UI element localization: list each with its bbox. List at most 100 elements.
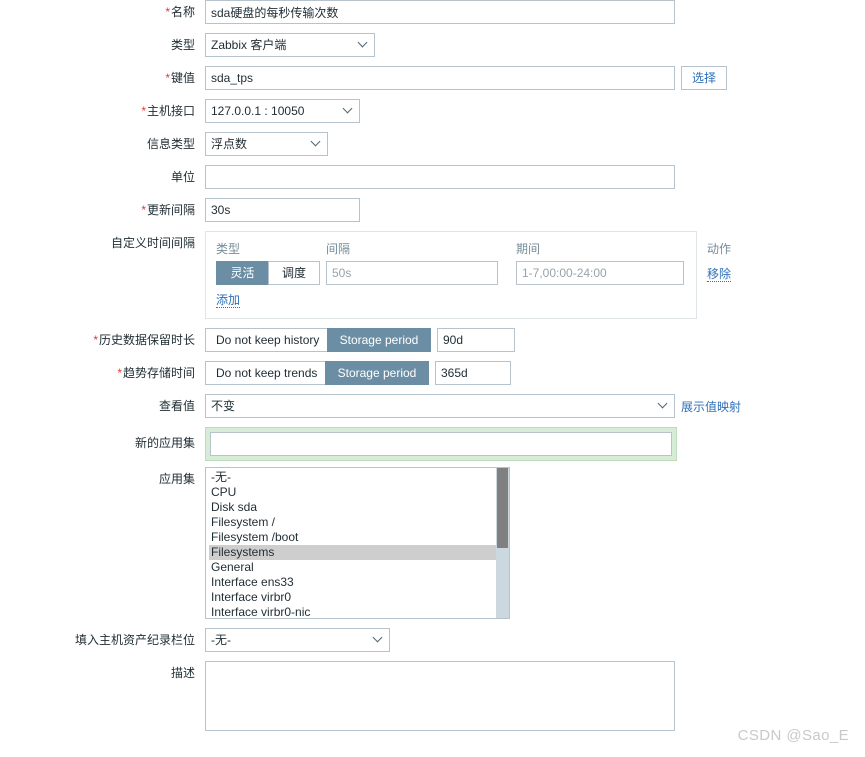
interval-value-cell [326, 261, 516, 285]
key-input[interactable] [205, 66, 675, 90]
host-interface-select[interactable]: 127.0.0.1 : 10050 [205, 99, 360, 123]
label-type-text: 类型 [170, 38, 195, 52]
list-item[interactable]: Disk sda [209, 500, 496, 515]
field-history: Do not keep history Storage period [205, 328, 515, 352]
interval-action-cell: 移除 [693, 265, 731, 282]
trends-storage-input[interactable] [435, 361, 511, 385]
list-item[interactable]: -无- [209, 470, 496, 485]
form-row-custom-intervals: 自定义时间间隔 类型 间隔 期间 动作 灵活 调度 50s 1-7,00:00-… [0, 231, 865, 319]
label-value-map-text: 查看值 [158, 399, 195, 413]
label-value-map: 查看值 [0, 394, 205, 418]
form-row-type: 类型 Zabbix 客户端 [0, 33, 865, 57]
field-update-interval [205, 198, 360, 222]
label-inventory-field: 填入主机资产纪录栏位 [0, 628, 205, 652]
label-key-text: 键值 [170, 71, 195, 85]
required-asterisk-update-interval: * [141, 203, 146, 217]
label-type: 类型 [0, 33, 205, 57]
interval-type-toggle: 灵活 调度 [216, 261, 326, 285]
label-name-text: 名称 [170, 5, 195, 19]
show-value-mappings-link[interactable]: 展示值映射 [681, 398, 741, 415]
field-info-type: 浮点数 [205, 132, 328, 156]
list-item[interactable]: Interface ens33 [209, 575, 496, 590]
list-item[interactable]: General [209, 560, 496, 575]
description-textarea[interactable] [205, 661, 675, 731]
applications-listbox[interactable]: -无- CPU Disk sda Filesystem / Filesystem… [205, 467, 510, 619]
units-input[interactable] [205, 165, 675, 189]
item-configuration-form: *名称 类型 Zabbix 客户端 *键值 选择 *主机接口 [0, 0, 865, 740]
label-host-interface-text: 主机接口 [146, 104, 195, 118]
name-input[interactable] [205, 0, 675, 24]
field-host-interface: 127.0.0.1 : 10050 [205, 99, 360, 123]
custom-intervals-add-row: 添加 [216, 291, 686, 308]
inventory-field-select-wrapper: -无- [205, 628, 390, 652]
header-period: 期间 [516, 242, 541, 256]
label-history: *历史数据保留时长 [0, 328, 205, 352]
label-new-application-text: 新的应用集 [134, 436, 195, 450]
required-asterisk-history: * [93, 333, 98, 347]
list-item[interactable]: Interface virbr0-nic [209, 605, 496, 618]
history-mode-segmented: Do not keep history Storage period [205, 328, 431, 352]
field-trends: Do not keep trends Storage period [205, 361, 511, 385]
history-do-not-keep-button[interactable]: Do not keep history [205, 328, 327, 352]
list-item[interactable]: Filesystem /boot [209, 530, 496, 545]
label-key: *键值 [0, 66, 205, 90]
inventory-field-select[interactable]: -无- [205, 628, 390, 652]
label-info-type-text: 信息类型 [146, 137, 195, 151]
custom-intervals-header: 类型 间隔 期间 动作 [216, 240, 731, 257]
interval-add-link[interactable]: 添加 [216, 293, 241, 308]
list-item[interactable]: CPU [209, 485, 496, 500]
key-select-button[interactable]: 选择 [681, 66, 728, 90]
applications-scrollbar-thumb[interactable] [497, 468, 508, 548]
value-map-select-wrapper: 不变 [205, 394, 675, 418]
label-name: *名称 [0, 0, 205, 24]
history-storage-period-button[interactable]: Storage period [327, 328, 431, 352]
applications-scrollbar[interactable] [496, 468, 509, 618]
update-interval-input[interactable] [205, 198, 360, 222]
type-select[interactable]: Zabbix 客户端 [205, 33, 375, 57]
required-asterisk-key: * [165, 71, 170, 85]
value-map-select[interactable]: 不变 [205, 394, 675, 418]
label-trends: *趋势存储时间 [0, 361, 205, 385]
info-type-select[interactable]: 浮点数 [205, 132, 328, 156]
watermark: CSDN @Sao_E [737, 727, 849, 744]
label-update-interval-text: 更新间隔 [146, 203, 195, 217]
applications-options: -无- CPU Disk sda Filesystem / Filesystem… [206, 468, 496, 618]
interval-type-segmented: 灵活 调度 [216, 261, 320, 285]
required-asterisk-trends: * [117, 366, 122, 380]
new-application-highlight [205, 427, 677, 461]
list-item[interactable]: Filesystem / [209, 515, 496, 530]
form-row-inventory-field: 填入主机资产纪录栏位 -无- [0, 628, 865, 652]
new-application-input[interactable] [210, 432, 672, 456]
trends-do-not-keep-button[interactable]: Do not keep trends [205, 361, 325, 385]
label-trends-text: 趋势存储时间 [122, 366, 195, 380]
label-applications: 应用集 [0, 467, 205, 491]
form-row-description: 描述 [0, 661, 865, 731]
interval-period-input[interactable] [516, 261, 684, 285]
label-units-text: 单位 [170, 170, 195, 184]
form-row-value-map: 查看值 不变 展示值映射 [0, 394, 865, 418]
field-inventory-field: -无- [205, 628, 390, 652]
interval-type-flexible-button[interactable]: 灵活 [216, 261, 268, 285]
history-storage-input[interactable] [437, 328, 515, 352]
header-type: 类型 [216, 242, 241, 256]
form-row-info-type: 信息类型 浮点数 [0, 132, 865, 156]
form-row-key: *键值 选择 [0, 66, 865, 90]
interval-remove-link[interactable]: 移除 [706, 266, 731, 282]
list-item-selected[interactable]: Filesystems [209, 545, 496, 560]
label-description: 描述 [0, 661, 205, 685]
form-row-applications: 应用集 -无- CPU Disk sda Filesystem / Filesy… [0, 467, 865, 619]
label-inventory-field-text: 填入主机资产纪录栏位 [74, 633, 195, 647]
field-key: 选择 [205, 66, 728, 90]
label-custom-intervals-text: 自定义时间间隔 [110, 236, 195, 250]
interval-value-input[interactable] [326, 261, 498, 285]
custom-intervals-panel: 类型 间隔 期间 动作 灵活 调度 50s 1-7,00:00-24:00 移除… [205, 231, 731, 319]
interval-type-scheduling-button[interactable]: 调度 [268, 261, 320, 285]
form-row-host-interface: *主机接口 127.0.0.1 : 10050 [0, 99, 865, 123]
label-custom-intervals: 自定义时间间隔 [0, 231, 205, 255]
field-type: Zabbix 客户端 [205, 33, 375, 57]
list-item[interactable]: Interface virbr0 [209, 590, 496, 605]
trends-storage-period-button[interactable]: Storage period [325, 361, 429, 385]
form-row-units: 单位 [0, 165, 865, 189]
label-info-type: 信息类型 [0, 132, 205, 156]
custom-interval-row: 灵活 调度 移除 [216, 261, 731, 285]
